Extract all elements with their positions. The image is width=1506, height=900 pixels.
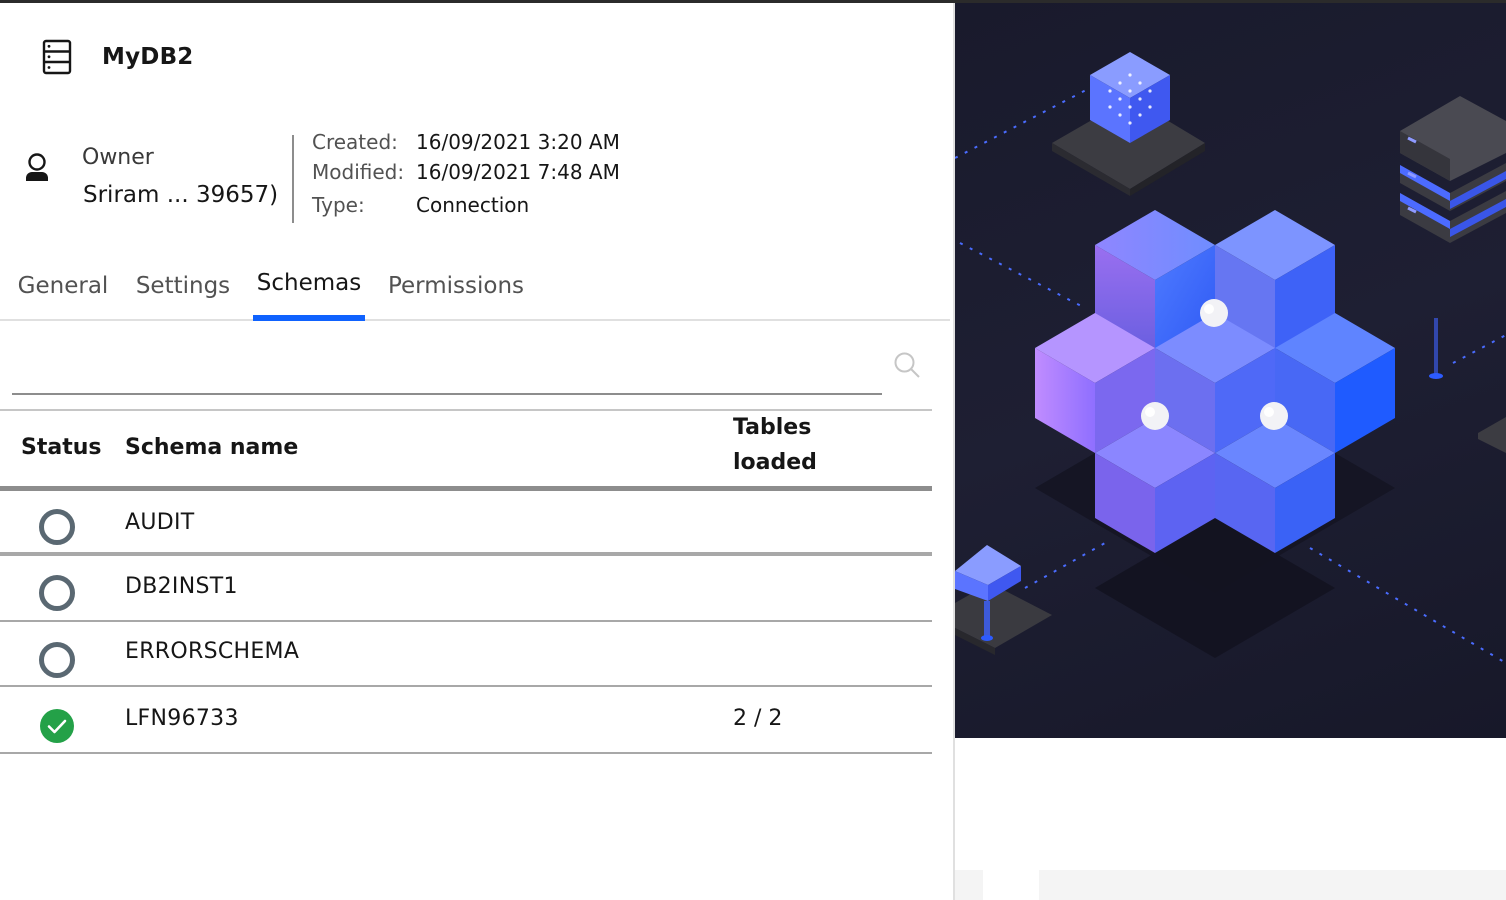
owner-info: Owner Sriram ... 39657) xyxy=(22,141,292,225)
circle-outline-icon xyxy=(39,642,75,678)
checkmark-filled-icon xyxy=(40,709,74,743)
column-header-schema-name: Schema name xyxy=(125,435,299,460)
schema-name: DB2INST1 xyxy=(125,574,238,599)
table-row[interactable]: DB2INST1 xyxy=(0,556,932,622)
schema-name: AUDIT xyxy=(125,510,195,535)
table-row[interactable]: ERRORSCHEMA xyxy=(0,622,932,687)
tab-label: General xyxy=(17,273,109,299)
illustration-panel xyxy=(955,3,1506,738)
tab-permissions[interactable]: Permissions xyxy=(383,269,529,317)
created-value: 16/09/2021 3:20 AM xyxy=(416,130,620,154)
type-label: Type: xyxy=(312,193,365,217)
column-header-status: Status xyxy=(21,435,102,460)
search-icon[interactable] xyxy=(893,351,921,379)
table-header: Status Schema name Tables loaded xyxy=(0,409,932,491)
owner-label: Owner xyxy=(82,145,154,170)
footer-strip xyxy=(955,870,983,900)
table-row[interactable]: AUDIT xyxy=(0,491,932,556)
type-value: Connection xyxy=(416,193,530,217)
footer-strip xyxy=(1039,870,1506,900)
page-title: MyDB2 xyxy=(102,44,194,70)
schema-name: LFN96733 xyxy=(125,706,239,731)
tab-bar: General Settings Schemas Permissions xyxy=(0,269,950,321)
column-header-tables-loaded-line1: Tables xyxy=(733,415,812,440)
tab-general[interactable]: General xyxy=(10,269,116,317)
circle-outline-icon xyxy=(39,575,75,611)
isometric-data-illustration xyxy=(955,52,1506,664)
tab-settings[interactable]: Settings xyxy=(130,269,236,317)
modified-label: Modified: xyxy=(312,160,405,184)
tab-label: Permissions xyxy=(387,273,525,299)
tab-label: Schemas xyxy=(256,270,362,296)
modified-value: 16/09/2021 7:48 AM xyxy=(416,160,620,184)
search-input[interactable] xyxy=(12,341,882,393)
column-header-tables-loaded-line2: loaded xyxy=(733,450,817,475)
database-icon xyxy=(42,39,72,75)
user-icon xyxy=(26,153,48,181)
panel-header: MyDB2 xyxy=(40,35,194,79)
active-tab-indicator xyxy=(253,315,365,321)
metadata-divider xyxy=(292,135,294,223)
schemas-table: Status Schema name Tables loaded AUDIT D… xyxy=(0,409,932,754)
tables-loaded: 2 / 2 xyxy=(733,706,783,731)
schema-name: ERRORSCHEMA xyxy=(125,639,300,664)
created-label: Created: xyxy=(312,130,398,154)
tab-label: Settings xyxy=(135,273,231,299)
connection-details-panel: MyDB2 Owner Sriram ... 39657) Created: 1… xyxy=(0,3,953,900)
tab-schemas[interactable]: Schemas xyxy=(253,269,365,321)
table-row[interactable]: LFN96733 2 / 2 xyxy=(0,687,932,754)
circle-outline-icon xyxy=(39,509,75,545)
schema-search xyxy=(12,341,882,395)
owner-name: Sriram ... 39657) xyxy=(83,182,279,208)
